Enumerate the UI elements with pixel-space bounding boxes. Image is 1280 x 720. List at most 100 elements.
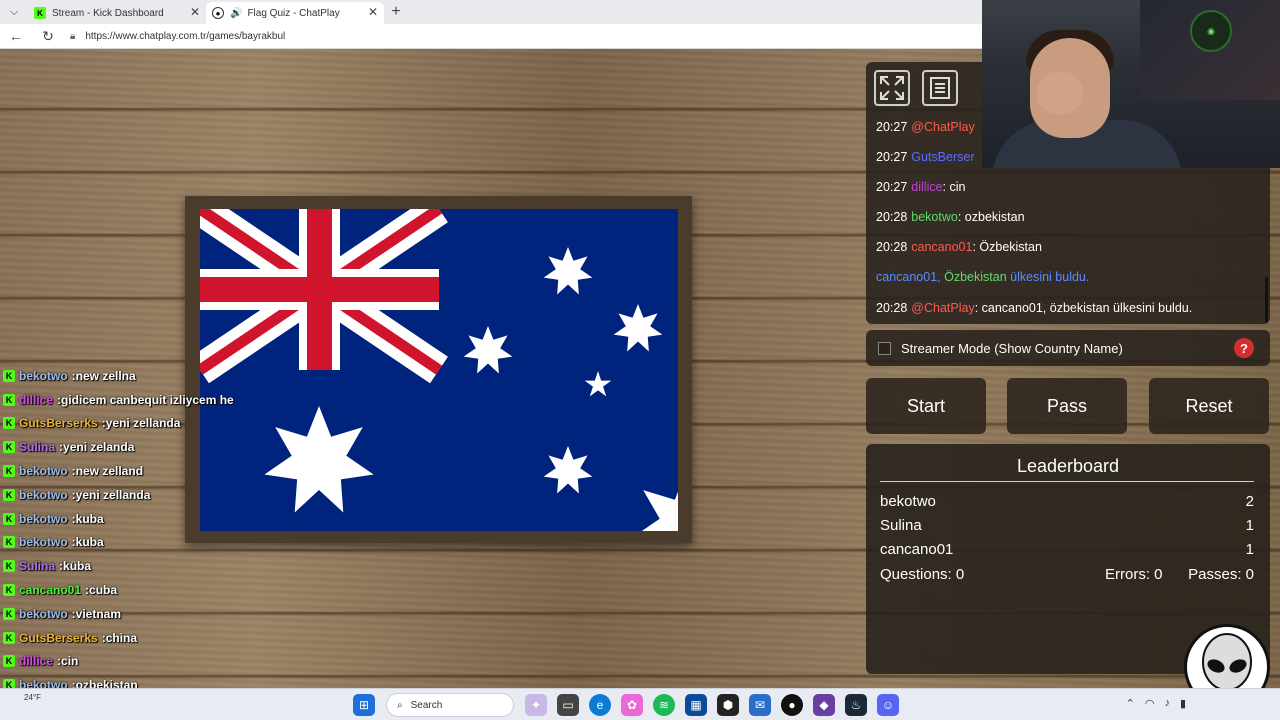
discord-icon[interactable]: ☺ <box>877 694 899 716</box>
copilot-icon[interactable]: ✿ <box>621 694 643 716</box>
chat-username: dillice <box>19 654 54 669</box>
chat-username: GutsBerser <box>911 150 975 164</box>
lock-icon: 🔒︎ <box>70 30 76 42</box>
edge-browser-icon[interactable]: e <box>589 694 611 716</box>
tab-kick-dashboard[interactable]: K Stream - Kick Dashboard ✕ <box>28 2 206 24</box>
leaderboard-title: Leaderboard <box>1016 456 1120 476</box>
chat-username: bekotwo <box>19 511 68 526</box>
fullscreen-icon[interactable] <box>874 70 910 106</box>
questions-count: Questions: 0 <box>880 566 965 583</box>
chat-message: cuba <box>89 583 118 598</box>
windows-taskbar: 24°F ⊞ ⌕ Search ✦ ▭ e ✿ ≋ ▦ ⬢ ✉ ● ◆ ♨ ☺ … <box>0 688 1280 720</box>
chat-username: @ChatPlay <box>911 301 975 315</box>
chat-message: : cancano01, özbekistan ülkesini buldu. <box>974 301 1193 315</box>
store-icon[interactable]: ▦ <box>685 694 707 716</box>
tab-list-dropdown-icon[interactable]: ⌵ <box>0 0 28 24</box>
reset-button[interactable]: Reset <box>1149 378 1269 434</box>
chat-message: yeni zelanda <box>63 440 135 455</box>
chat-message: : cin <box>942 180 966 194</box>
chat-username: Sulina <box>19 440 56 455</box>
list-item: K GutsBerserks: china <box>0 626 330 650</box>
chat-scrollbar[interactable] <box>1265 277 1268 322</box>
steam-icon[interactable]: ♨ <box>845 694 867 716</box>
list-item: Kbekotwo: new zelland <box>0 459 330 483</box>
player-name: Sulina <box>880 517 922 534</box>
streamer-mode-label: Streamer Mode (Show Country Name) <box>901 340 1123 356</box>
chat-username: @ChatPlay <box>911 120 975 134</box>
chat-time: 20:27 <box>876 180 908 194</box>
player-score: 2 <box>1245 493 1254 510</box>
weather-widget[interactable]: 24°F <box>24 693 41 702</box>
obs-icon[interactable]: ● <box>781 694 803 716</box>
chat-message: : ozbekistan <box>957 210 1025 224</box>
battery-icon[interactable]: ▮ <box>1180 697 1186 710</box>
chat-line: 20:27 GutsBerser <box>876 150 975 164</box>
close-tab-icon[interactable]: ✕ <box>190 5 200 19</box>
chat-username: dillice <box>911 180 943 194</box>
chat-line: cancano01, Özbekistan ülkesini buldu. <box>876 270 1089 284</box>
tab-flag-quiz[interactable]: ● 🔊 Flag Quiz - ChatPlay ✕ <box>206 2 384 24</box>
kick-badge-icon: K <box>3 465 15 478</box>
chat-message: china <box>105 630 138 645</box>
chat-message: gidicem canbequit izliycem he <box>61 392 234 407</box>
webcam-person-hand <box>1037 72 1083 114</box>
chat-line: 20:28 bekotwo: ozbekistan <box>876 210 1025 224</box>
taskbar-search[interactable]: ⌕ Search <box>386 693 514 717</box>
new-tab-button[interactable]: + <box>384 3 408 21</box>
chat-message: yeni zellanda <box>105 416 181 431</box>
leaderboard-row: cancano01 1 <box>880 541 1254 558</box>
game-controls: Start Pass Reset <box>866 378 1270 434</box>
kick-badge-icon: K <box>3 536 15 549</box>
player-score: 1 <box>1245 541 1254 558</box>
system-tray: ⌃ ◠ ♪ ▮ <box>1126 697 1186 710</box>
spotify-icon[interactable]: ≋ <box>653 694 675 716</box>
kick-badge-icon: K <box>3 631 15 644</box>
chat-username: bekotwo <box>19 535 68 550</box>
widgets-icon[interactable]: ✦ <box>525 694 547 716</box>
chat-message: kuba <box>75 535 104 550</box>
url-text: https://www.chatplay.com.tr/games/bayrak… <box>85 30 286 42</box>
pass-button[interactable]: Pass <box>1007 378 1127 434</box>
chat-message: yeni zellanda <box>75 487 151 502</box>
app-icon[interactable]: ◆ <box>813 694 835 716</box>
close-tab-icon[interactable]: ✕ <box>368 5 378 19</box>
help-button[interactable]: ? <box>1234 338 1254 358</box>
streamer-mode-checkbox[interactable] <box>878 341 891 355</box>
chat-message: new zellna <box>75 368 136 383</box>
start-button[interactable]: Start <box>866 378 986 434</box>
list-item: Kbekotwo: kuba <box>0 531 330 555</box>
chat-log-icon[interactable] <box>922 70 958 106</box>
file-explorer-icon[interactable]: ▭ <box>557 694 579 716</box>
list-item: Kcancano01: cuba <box>0 578 330 602</box>
player-score: 1 <box>1245 517 1254 534</box>
webcam-overlay: ◉ <box>982 0 1280 168</box>
chat-message: cin <box>61 654 79 669</box>
wifi-icon[interactable]: ◠ <box>1145 697 1155 710</box>
list-item: Kbekotwo: new zellna <box>0 364 330 388</box>
url-field[interactable]: 🔒︎ https://www.chatplay.com.tr/games/bay… <box>70 31 285 42</box>
chevron-up-icon[interactable]: ⌃ <box>1126 697 1135 710</box>
outlook-icon[interactable]: ✉ <box>749 694 771 716</box>
speaker-icon[interactable]: 🔊 <box>230 8 242 19</box>
list-item: K Sulina: küba <box>0 554 330 578</box>
list-item: K GutsBerserks: yeni zellanda <box>0 412 330 436</box>
windows-start-icon[interactable]: ⊞ <box>353 694 375 716</box>
chat-line: 20:27 @ChatPlay <box>876 120 975 134</box>
chat-message: : Özbekistan <box>972 240 1042 254</box>
volume-icon[interactable]: ♪ <box>1164 697 1170 710</box>
chat-time: 20:28 <box>876 210 908 224</box>
leaderboard-row: Sulina 1 <box>880 517 1254 534</box>
errors-count: Errors: 0 <box>1105 566 1163 583</box>
kick-badge-icon: K <box>3 655 15 668</box>
chat-username: GutsBerserks <box>19 416 98 431</box>
back-arrow-icon[interactable]: ← <box>0 28 32 44</box>
app-icon[interactable]: ⬢ <box>717 694 739 716</box>
search-placeholder: Search <box>410 699 443 711</box>
chat-time: 20:28 <box>876 301 908 315</box>
chat-time: 20:27 <box>876 150 908 164</box>
chat-message: ülkesini buldu. <box>1010 270 1090 284</box>
chat-message: new zelland <box>75 464 144 479</box>
player-name: cancano01 <box>880 541 954 558</box>
reload-icon[interactable]: ↻ <box>32 28 64 45</box>
chat-time: 20:28 <box>876 240 908 254</box>
